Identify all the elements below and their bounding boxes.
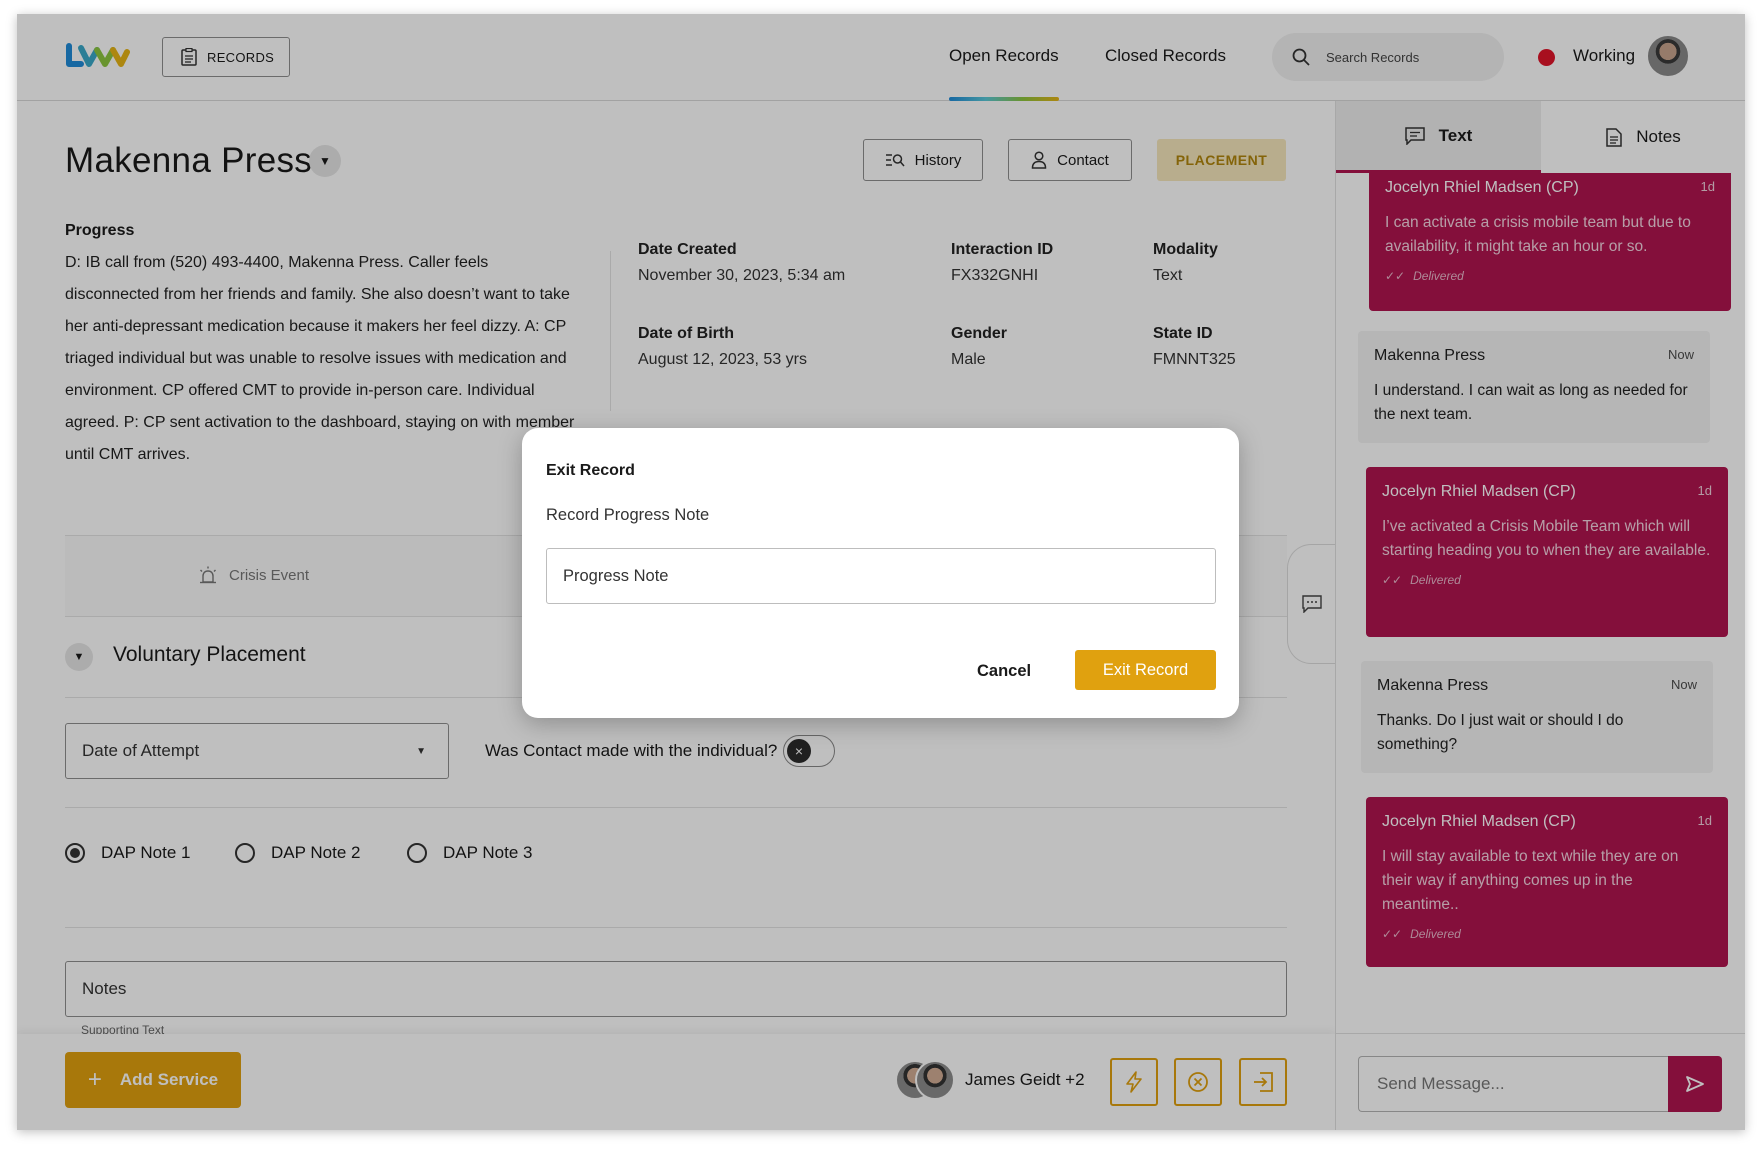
app-window: RECORDS Open Records Closed Records Sear… [17, 14, 1745, 1130]
exit-record-button[interactable]: Exit Record [1075, 650, 1216, 690]
exit-record-dialog: Exit Record Record Progress Note Progres… [522, 428, 1239, 718]
cancel-button[interactable]: Cancel [977, 662, 1031, 681]
progress-note-placeholder: Progress Note [563, 566, 669, 585]
dialog-subtitle: Record Progress Note [546, 506, 710, 524]
dialog-title: Exit Record [546, 462, 635, 479]
progress-note-input[interactable]: Progress Note [546, 548, 1216, 604]
